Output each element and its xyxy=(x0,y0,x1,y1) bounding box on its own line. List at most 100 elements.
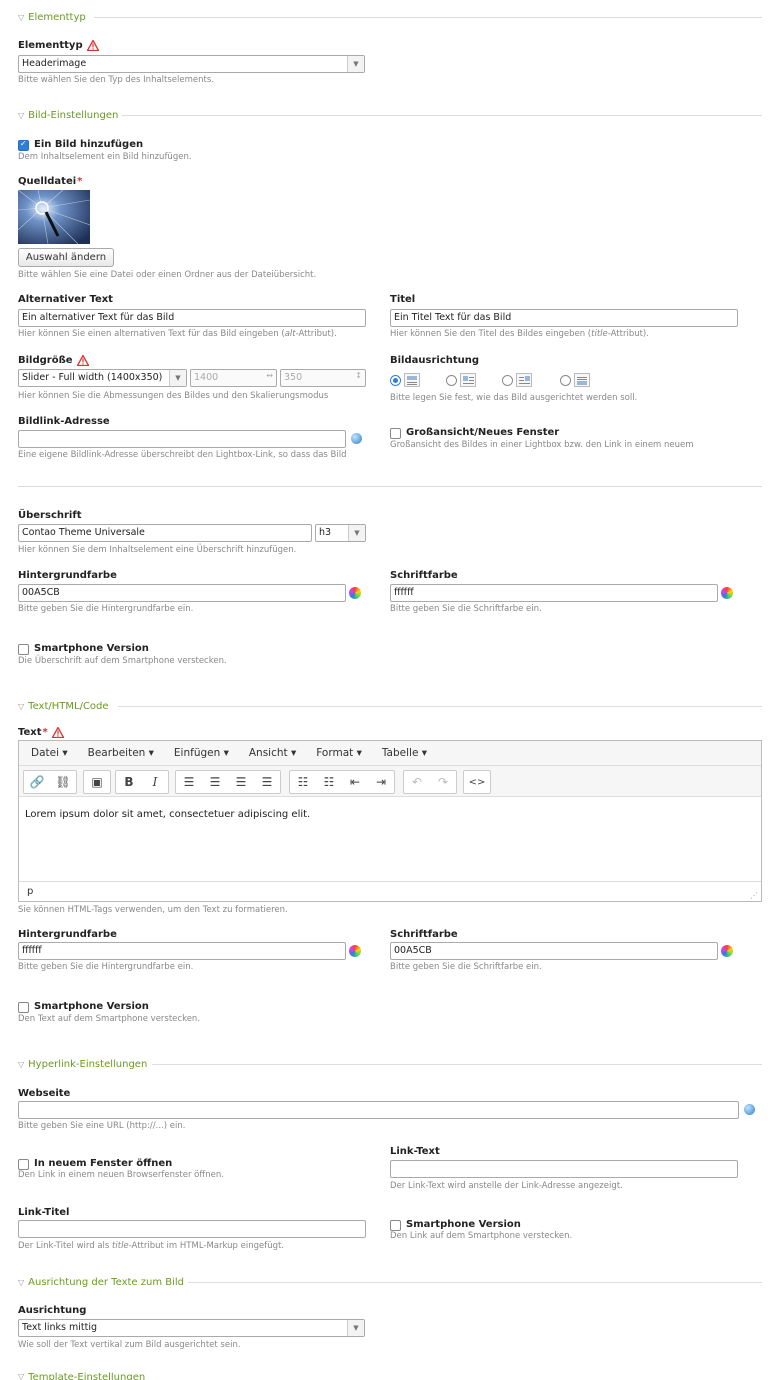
text-fg-input[interactable]: 00A5CB xyxy=(390,942,718,960)
title-hint: Hier können Sie den Titel des Bildes ein… xyxy=(390,329,649,339)
menu-file[interactable]: Datei ▾ xyxy=(31,747,68,759)
text-smartphone-label: Smartphone Version xyxy=(34,1001,149,1012)
headline-input[interactable]: Contao Theme Universale xyxy=(18,524,312,542)
section-legend-hyperlink[interactable]: ▽ Hyperlink-Einstellungen xyxy=(18,1057,147,1071)
collapse-triangle-icon: ▽ xyxy=(18,1059,25,1069)
headline-hint: Hier können Sie dem Inhaltselement eine … xyxy=(18,545,297,555)
editor-statusbar: p ⋰ xyxy=(19,881,761,901)
menu-edit[interactable]: Bearbeiten ▾ xyxy=(88,747,154,759)
align-below-icon xyxy=(574,373,590,387)
link-smartphone-checkbox[interactable] xyxy=(390,1220,401,1231)
headline-fg-input[interactable]: ffffff xyxy=(390,584,718,602)
align-right-icon[interactable]: ☰ xyxy=(228,771,254,793)
unlink-icon[interactable]: ⛓ xyxy=(50,771,76,793)
page-picker-globe-icon[interactable] xyxy=(351,433,362,444)
numbered-list-icon[interactable]: ☷ xyxy=(316,771,342,793)
collapse-triangle-icon: ▽ xyxy=(18,110,25,120)
indent-icon[interactable]: ⇥ xyxy=(368,771,394,793)
color-picker-icon[interactable] xyxy=(349,945,361,957)
image-height-input[interactable]: 350 ↕ xyxy=(280,369,366,387)
section-legend-elementtyp[interactable]: ▽ Elementtyp xyxy=(18,10,86,24)
text-fg-label: Schriftfarbe xyxy=(390,929,458,940)
chevron-down-icon: ▼ xyxy=(348,525,365,541)
alignment-select[interactable]: Text links mittig ▼ xyxy=(18,1319,365,1337)
undo-icon[interactable]: ↶ xyxy=(404,771,430,793)
link-text-label: Link-Text xyxy=(390,1146,440,1157)
warning-icon xyxy=(51,727,64,738)
align-right-radio[interactable] xyxy=(502,375,513,386)
headline-level-select[interactable]: h3 ▼ xyxy=(315,524,366,542)
toolbar-group-image: ▣ xyxy=(83,770,111,794)
link-text-input[interactable] xyxy=(390,1160,738,1178)
image-thumbnail[interactable] xyxy=(18,190,90,244)
text-hint: Sie können HTML-Tags verwenden, um den T… xyxy=(18,905,288,915)
section-legend-text[interactable]: ▽ Text/HTML/Code xyxy=(18,699,109,713)
image-width-input[interactable]: 1400 ↔ xyxy=(190,369,277,387)
menu-insert[interactable]: Einfügen ▾ xyxy=(174,747,229,759)
headline-bg-label: Hintergrundfarbe xyxy=(18,570,117,581)
alt-text-hint: Hier können Sie einen alternativen Text … xyxy=(18,329,337,339)
headline-smartphone-checkbox[interactable] xyxy=(18,644,29,655)
menu-table[interactable]: Tabelle ▾ xyxy=(382,747,427,759)
elementtyp-select[interactable]: Headerimage ▼ xyxy=(18,55,365,73)
text-smartphone-checkbox[interactable] xyxy=(18,1002,29,1013)
menu-view[interactable]: Ansicht ▾ xyxy=(249,747,296,759)
image-icon[interactable]: ▣ xyxy=(84,771,110,793)
align-left-icon[interactable]: ☰ xyxy=(176,771,202,793)
color-picker-icon[interactable] xyxy=(721,587,733,599)
headline-bg-input[interactable]: 00A5CB xyxy=(18,584,346,602)
link-text-hint: Der Link-Text wird anstelle der Link-Adr… xyxy=(390,1181,623,1191)
chevron-down-icon: ▼ xyxy=(347,1320,364,1336)
title-label: Titel xyxy=(390,294,416,305)
menu-format[interactable]: Format ▾ xyxy=(316,747,362,759)
color-picker-icon[interactable] xyxy=(349,587,361,599)
editor-toolbar: 🔗 ⛓ ▣ B I ☰ ☰ ☰ ☰ ☷ ☷ ⇤ ⇥ ↶ ↷ <> xyxy=(19,766,761,797)
section-divider xyxy=(118,706,762,707)
text-bg-input[interactable]: ffffff xyxy=(18,942,346,960)
text-label: Text * xyxy=(18,727,64,738)
align-left-radio[interactable] xyxy=(446,375,457,386)
outdent-icon[interactable]: ⇤ xyxy=(342,771,368,793)
section-legend-bild[interactable]: ▽ Bild-Einstellungen xyxy=(18,108,118,122)
title-input[interactable]: Ein Titel Text für das Bild xyxy=(390,309,738,327)
link-title-input[interactable] xyxy=(18,1220,366,1238)
image-size-select[interactable]: Slider - Full width (1400x350) ▼ xyxy=(18,369,187,387)
align-center-icon[interactable]: ☰ xyxy=(202,771,228,793)
fullsize-checkbox[interactable] xyxy=(390,428,401,439)
align-above-radio[interactable] xyxy=(390,375,401,386)
rich-text-editor[interactable]: Datei ▾ Bearbeiten ▾ Einfügen ▾ Ansicht … xyxy=(18,740,762,902)
link-smartphone-label: Smartphone Version xyxy=(406,1219,521,1230)
website-input[interactable] xyxy=(18,1101,739,1119)
height-arrows-icon: ↕ xyxy=(355,371,362,380)
text-smartphone-hint: Den Text auf dem Smartphone verstecken. xyxy=(18,1014,201,1024)
bold-icon[interactable]: B xyxy=(116,771,142,793)
image-align-label: Bildausrichtung xyxy=(390,355,480,366)
italic-icon[interactable]: I xyxy=(142,771,168,793)
new-window-checkbox[interactable] xyxy=(18,1159,29,1170)
link-title-label: Link-Titel xyxy=(18,1207,70,1218)
headline-bg-hint: Bitte geben Sie die Hintergrundfarbe ein… xyxy=(18,604,194,614)
element-path[interactable]: p xyxy=(27,886,33,897)
section-legend-ausrichtung[interactable]: ▽ Ausrichtung der Texte zum Bild xyxy=(18,1275,184,1289)
redo-icon[interactable]: ↷ xyxy=(430,771,456,793)
alt-text-input[interactable]: Ein alternativer Text für das Bild xyxy=(18,309,366,327)
bullet-list-icon[interactable]: ☷ xyxy=(290,771,316,793)
align-justify-icon[interactable]: ☰ xyxy=(254,771,280,793)
quelldatei-hint: Bitte wählen Sie eine Datei oder einen O… xyxy=(18,270,317,280)
add-image-checkbox[interactable] xyxy=(18,139,29,151)
source-code-icon[interactable]: <> xyxy=(464,771,490,793)
elementtyp-hint: Bitte wählen Sie den Typ des Inhaltselem… xyxy=(18,75,214,85)
resize-handle-icon[interactable]: ⋰ xyxy=(750,891,758,900)
align-below-radio[interactable] xyxy=(560,375,571,386)
editor-content[interactable]: Lorem ipsum dolor sit amet, consectetuer… xyxy=(25,809,310,820)
change-selection-button[interactable]: Auswahl ändern xyxy=(18,248,114,267)
section-legend-template[interactable]: ▽ Template-Einstellungen xyxy=(18,1372,145,1380)
headline-label: Überschrift xyxy=(18,510,82,521)
image-link-input[interactable] xyxy=(18,430,346,448)
page-picker-globe-icon[interactable] xyxy=(744,1104,755,1115)
color-picker-icon[interactable] xyxy=(721,945,733,957)
image-align-hint: Bitte legen Sie fest, wie das Bild ausge… xyxy=(390,393,638,403)
image-size-label: Bildgröße xyxy=(18,355,89,366)
elementtyp-label: Elementtyp xyxy=(18,40,99,51)
link-icon[interactable]: 🔗 xyxy=(24,771,50,793)
